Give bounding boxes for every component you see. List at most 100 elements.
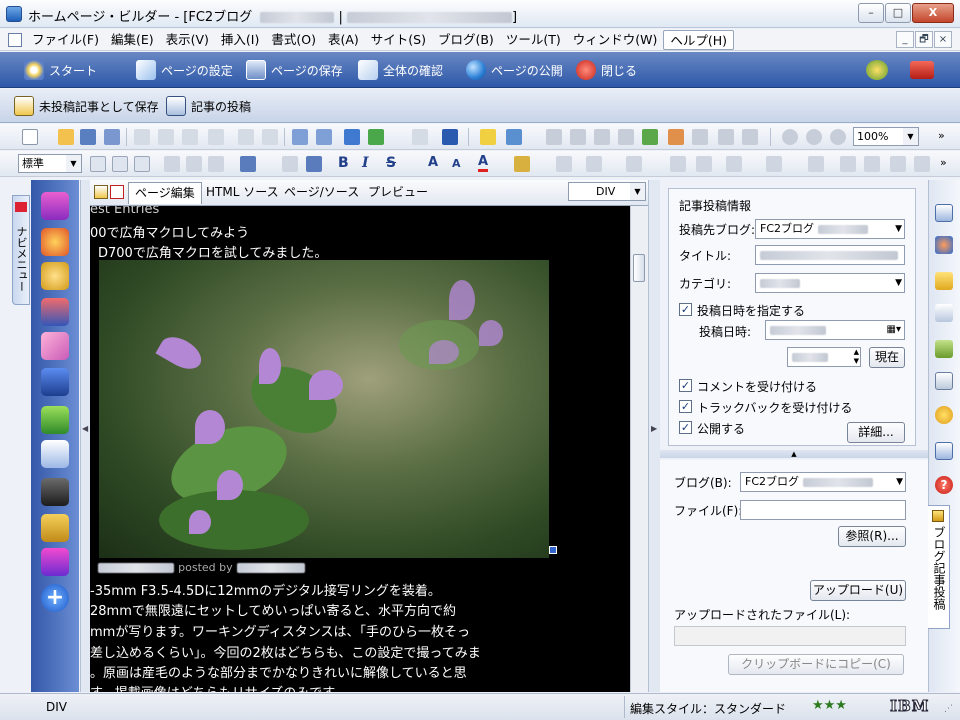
specify-date-checkbox[interactable]: ✓ — [679, 303, 692, 316]
details-button[interactable]: 詳細... — [847, 422, 905, 443]
cubes-icon[interactable] — [41, 548, 69, 576]
app-icon[interactable] — [6, 6, 22, 22]
bold-icon[interactable]: B — [338, 155, 349, 171]
table-icon[interactable] — [570, 129, 586, 145]
browse-button[interactable]: 参照(R)... — [838, 526, 906, 547]
now-button[interactable]: 現在 — [869, 347, 905, 368]
uploaded-files-field[interactable] — [674, 626, 906, 646]
panel-splitter[interactable]: ▶ — [648, 180, 660, 692]
menu-tools[interactable]: ツール(T) — [500, 30, 567, 50]
book-icon[interactable] — [910, 61, 934, 79]
align-right-icon[interactable] — [134, 156, 150, 172]
edit-style-icon[interactable] — [292, 129, 308, 145]
post-entry-button[interactable]: 記事の投稿 — [166, 89, 251, 123]
accept-trackbacks-checkbox[interactable]: ✓ — [679, 400, 692, 413]
menu-format[interactable]: 書式(O) — [265, 30, 322, 50]
decrease-indent-icon[interactable] — [282, 156, 298, 172]
image-icon[interactable] — [506, 129, 522, 145]
table-grid-icon[interactable] — [41, 406, 69, 434]
row-insert-icon[interactable] — [840, 156, 856, 172]
menu-blog[interactable]: ブログ(B) — [432, 30, 500, 50]
close-button[interactable]: X — [912, 3, 954, 23]
copy-icon[interactable] — [158, 129, 174, 145]
camera-icon[interactable] — [41, 478, 69, 506]
tab-preview[interactable]: プレビュー — [362, 182, 434, 204]
table-row-icon[interactable] — [586, 156, 602, 172]
publish-button[interactable]: ページの公開 — [466, 52, 563, 88]
people-icon[interactable] — [866, 60, 888, 80]
list-doc-icon[interactable] — [41, 440, 69, 468]
date-input[interactable]: ▦▾ — [765, 320, 905, 340]
menu-help[interactable]: ヘルプ(H) — [663, 30, 734, 50]
copy-clipboard-button[interactable]: クリップボードにコピー(C) — [728, 654, 904, 675]
font-larger-icon[interactable]: A — [428, 155, 438, 170]
table-insert-icon[interactable] — [556, 156, 572, 172]
page-style-icon[interactable] — [316, 129, 332, 145]
font-color-icon[interactable]: A — [478, 154, 489, 172]
help-icon[interactable]: ? — [935, 476, 953, 494]
menu-window[interactable]: ウィンドウ(W) — [567, 30, 664, 50]
publish-checkbox[interactable]: ✓ — [679, 421, 692, 434]
background-icon[interactable] — [41, 332, 69, 360]
list-icon[interactable] — [240, 156, 256, 172]
folder-icon[interactable] — [41, 514, 69, 542]
panel-divider[interactable]: ▲ — [660, 450, 928, 458]
increase-indent-icon[interactable] — [306, 156, 322, 172]
object-icon[interactable] — [668, 129, 684, 145]
border-icon[interactable] — [808, 156, 824, 172]
animation-icon[interactable] — [742, 129, 758, 145]
nav-splitter[interactable]: ◀ — [80, 180, 90, 692]
transfer-icon[interactable] — [935, 340, 953, 358]
collapse-left-icon[interactable]: ◀ — [82, 424, 88, 433]
zoom-in-icon[interactable] — [782, 129, 798, 145]
form-icon[interactable] — [594, 129, 610, 145]
align-center-icon[interactable] — [112, 156, 128, 172]
editor-scrollbar[interactable] — [630, 206, 647, 692]
page-settings-button[interactable]: ページの設定 — [136, 52, 233, 88]
cell-split-icon[interactable] — [696, 156, 712, 172]
col-delete-icon[interactable] — [914, 156, 930, 172]
collapse-right-icon[interactable]: ▶ — [651, 424, 657, 433]
mdi-restore-button[interactable]: 🗗 — [915, 31, 933, 48]
resize-grip-icon[interactable]: ⋰ — [944, 704, 953, 714]
minimize-button[interactable]: – — [858, 3, 884, 23]
calendar-dropdown-icon[interactable]: ▦▾ — [887, 321, 901, 339]
hr-icon[interactable] — [546, 129, 562, 145]
scroll-thumb[interactable] — [633, 254, 645, 282]
navi-menu-tab[interactable]: ナビメニュー — [12, 195, 30, 305]
gallery-icon[interactable] — [41, 228, 69, 256]
table-col-icon[interactable] — [626, 156, 642, 172]
highlighter-icon[interactable] — [480, 129, 496, 145]
save-icon[interactable] — [80, 129, 96, 145]
file-input[interactable] — [740, 500, 906, 520]
check-all-button[interactable]: 全体の確認 — [358, 52, 443, 88]
open-icon[interactable] — [58, 129, 74, 145]
justify-icon[interactable] — [208, 156, 224, 172]
link-chain-icon[interactable] — [41, 262, 69, 290]
menu-site[interactable]: サイト(S) — [365, 30, 432, 50]
highlight-icon[interactable] — [514, 156, 530, 172]
cell-props-icon[interactable] — [726, 156, 742, 172]
cell-align-icon[interactable] — [766, 156, 782, 172]
cut-icon[interactable] — [134, 129, 150, 145]
menu-insert[interactable]: 挿入(I) — [215, 30, 265, 50]
font-smaller-icon[interactable]: A — [452, 157, 461, 170]
form-parts-icon[interactable] — [41, 298, 69, 326]
web-parts-icon[interactable] — [935, 236, 953, 254]
new-icon[interactable] — [22, 129, 38, 145]
blog-post-tab[interactable]: ブログ記事投稿 — [928, 505, 950, 629]
tree-icon[interactable] — [642, 129, 658, 145]
table-grid-icon[interactable] — [412, 129, 428, 145]
preview-icon[interactable] — [344, 129, 360, 145]
flower-photo[interactable] — [99, 260, 549, 558]
element-select[interactable]: DIV ▼ — [568, 182, 646, 201]
logo-text-icon[interactable] — [41, 368, 69, 396]
photo-icon[interactable] — [718, 129, 734, 145]
tab-html-source[interactable]: HTML ソース — [200, 182, 285, 204]
tab-page-edit[interactable]: ページ編集 — [128, 182, 202, 204]
accept-comments-checkbox[interactable]: ✓ — [679, 379, 692, 392]
cell-merge-icon[interactable] — [670, 156, 686, 172]
title-input[interactable] — [755, 245, 905, 265]
list-icon[interactable] — [935, 442, 953, 460]
menu-edit[interactable]: 編集(E) — [105, 30, 160, 50]
